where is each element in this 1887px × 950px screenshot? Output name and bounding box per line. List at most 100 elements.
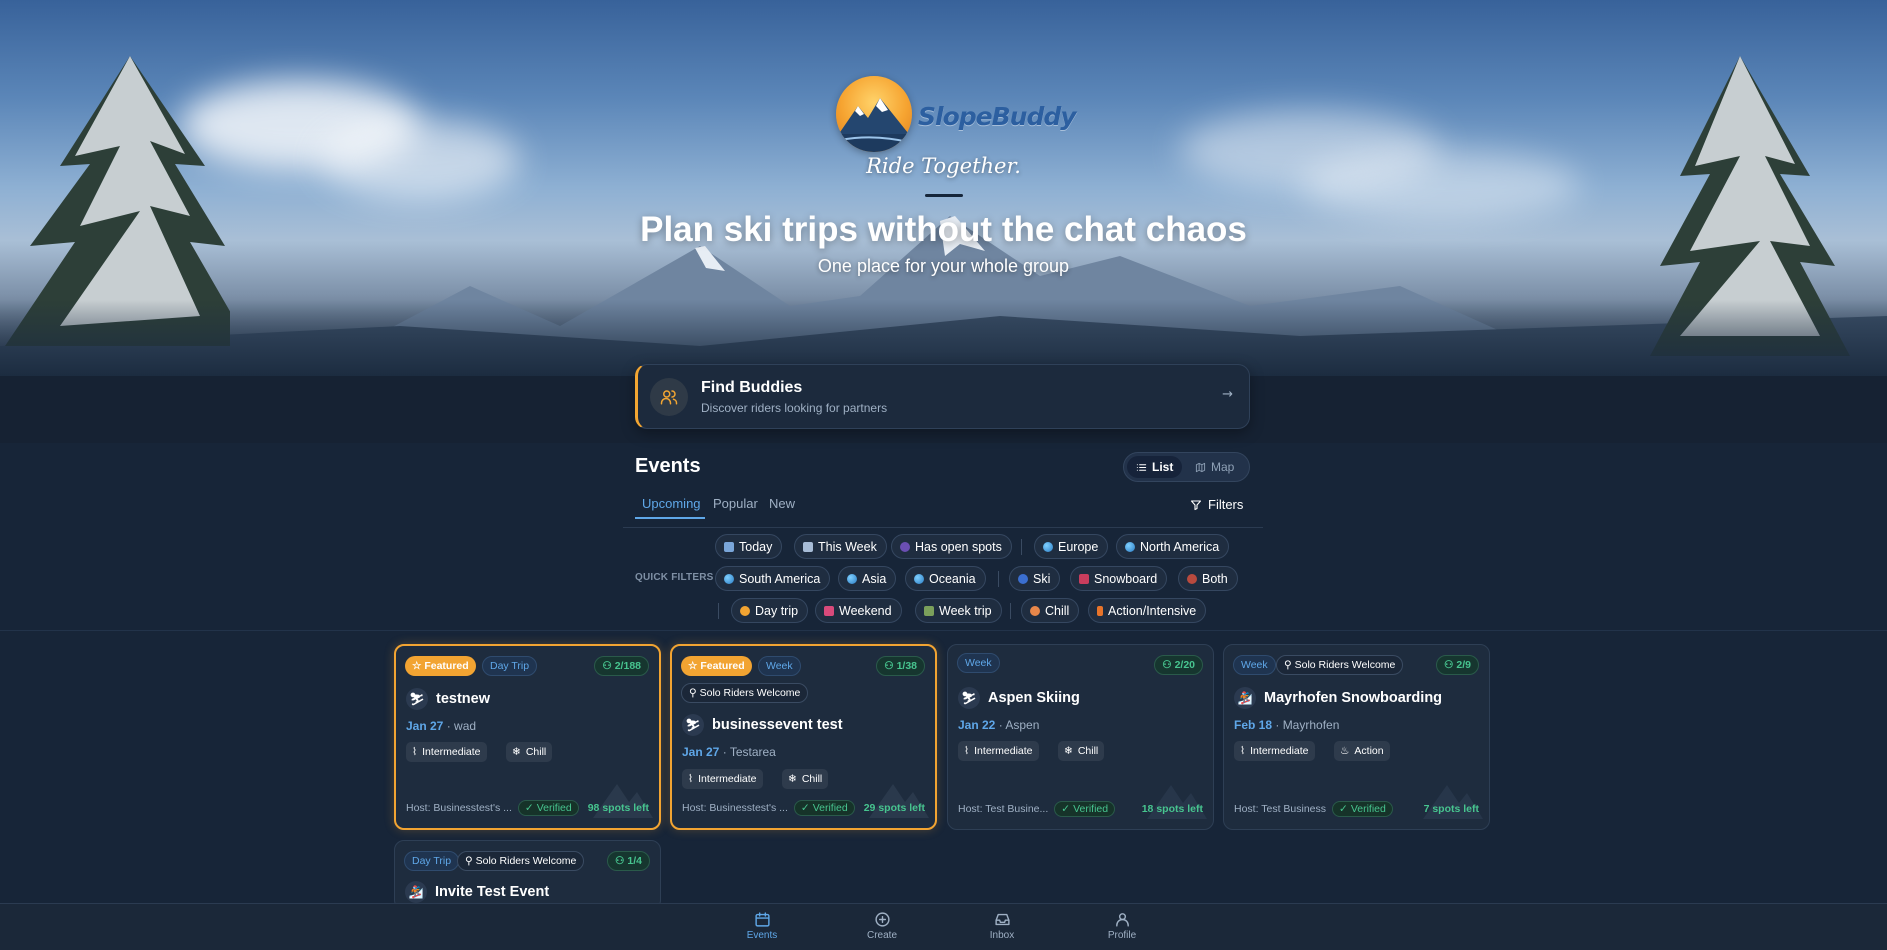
event-title: 🏂 Mayrhofen Snowboarding [1234, 687, 1442, 709]
brand-name: SlopeBuddy [918, 102, 1077, 131]
section-divider [0, 630, 1887, 631]
activity-icon: ⌇ [688, 773, 694, 785]
plus-circle-icon [874, 912, 890, 927]
event-card[interactable]: Week ⚲ Solo Riders Welcome ⚇ 2/9 🏂 Mayrho… [1223, 644, 1490, 830]
chip-asia[interactable]: Asia [838, 566, 897, 591]
event-footer: Host: Test Business ✓ Verified 7 spots le… [1234, 801, 1479, 817]
snowflake-icon: ❄ [1064, 745, 1073, 757]
host-name: Host: Test Busine... [958, 803, 1049, 815]
event-footer: Host: Test Busine... ✓ Verified 18 spots … [958, 801, 1203, 817]
spots-left: 7 spots left [1423, 803, 1479, 815]
skier-icon: ⛷ [406, 688, 428, 710]
chip-snowboard[interactable]: Snowboard [1070, 566, 1168, 591]
globe-icon [1125, 541, 1135, 552]
event-date-location: Jan 27 · Testarea [682, 745, 776, 759]
users-icon: ⚇ [1162, 659, 1175, 671]
event-title: ⛷ Aspen Skiing [958, 687, 1080, 709]
spots-left: 98 spots left [587, 802, 649, 814]
check-icon: ✓ [1061, 803, 1071, 815]
attendee-count-badge: ⚇ 1/4 [607, 851, 650, 871]
trip-type-badge: Day Trip [404, 851, 460, 871]
hero-subline: One place for your whole group [817, 256, 1070, 276]
chip-oceania[interactable]: Oceania [905, 566, 986, 591]
chip-today[interactable]: Today [715, 534, 783, 559]
level-pill: ⌇ Intermediate [406, 742, 487, 762]
event-card[interactable]: Week ⚇ 2/20 ⛷ Aspen Skiing Jan 22 · Aspen… [947, 644, 1214, 830]
mountain-icon [924, 605, 934, 616]
map-view-button[interactable]: Map [1186, 456, 1243, 478]
chip-ski[interactable]: Ski [1009, 566, 1061, 591]
event-title: ⛷ businessevent test [682, 714, 843, 736]
chip-week-trip[interactable]: Week trip [915, 598, 1002, 623]
trip-type-badge: Day Trip [482, 656, 538, 676]
list-view-label: List [1152, 460, 1174, 474]
hero-banner [0, 0, 1887, 376]
user-icon [1115, 913, 1129, 927]
tab-popular[interactable]: Popular [713, 496, 758, 511]
activity-icon: ⌇ [1240, 745, 1246, 757]
event-date-location: Jan 27 · wad [406, 719, 477, 733]
list-icon [1136, 463, 1147, 471]
chip-weekend[interactable]: Weekend [815, 598, 902, 623]
tab-upcoming[interactable]: Upcoming [642, 496, 701, 511]
event-card[interactable]: ☆ Featured Week ⚇ 1/38 ⚲ Solo Riders Wel… [670, 644, 937, 830]
chip-this-week[interactable]: This Week [794, 534, 887, 559]
nav-profile[interactable]: Profile [1092, 911, 1152, 941]
nav-create[interactable]: Create [852, 911, 912, 941]
tab-new[interactable]: New [769, 496, 795, 511]
filters-button[interactable]: Filters [1190, 497, 1243, 512]
chip-action-intensive[interactable]: Action/Intensive [1088, 598, 1207, 623]
chip-has-open-spots[interactable]: Has open spots [891, 534, 1012, 559]
featured-badge: ☆ Featured [405, 656, 476, 676]
events-heading: Events [635, 455, 701, 477]
find-buddies-card[interactable]: Find Buddies Discover riders looking for… [635, 364, 1250, 429]
chip-chill[interactable]: Chill [1021, 598, 1080, 623]
nav-inbox[interactable]: Inbox [972, 911, 1032, 941]
star-icon: ☆ [412, 660, 425, 672]
flame-icon: ♨ [1340, 745, 1350, 757]
users-icon [650, 378, 688, 416]
sun-icon [740, 605, 750, 616]
snowboarder-icon [1079, 573, 1089, 584]
users-icon: ⚇ [1444, 659, 1457, 671]
event-footer: Host: Businesstest's ... ✓ Verified 98 sp… [406, 800, 649, 816]
attendee-count-badge: ⚇ 2/20 [1154, 655, 1203, 675]
hero-headline: Plan ski trips without the chat chaos [640, 210, 1247, 249]
skier-icon: ⛷ [958, 687, 980, 709]
active-tab-indicator [635, 517, 705, 519]
person-icon: ⚲ [1284, 659, 1295, 671]
verified-badge: ✓ Verified [793, 800, 855, 816]
event-title: ⛷ testnew [406, 688, 490, 710]
event-footer: Host: Businesstest's ... ✓ Verified 29 sp… [682, 800, 925, 816]
filters-label: Filters [1208, 497, 1244, 512]
spots-left: 29 spots left [863, 802, 925, 814]
chip-south-america[interactable]: South America [715, 566, 831, 591]
chip-europe[interactable]: Europe [1034, 534, 1109, 559]
chip-north-america[interactable]: North America [1116, 534, 1230, 559]
users-icon: ⚇ [615, 855, 628, 867]
event-card[interactable]: ☆ Featured Day Trip ⚇ 2/188 ⛷ testnew Jan… [394, 644, 661, 830]
chip-both[interactable]: Both [1178, 566, 1238, 591]
map-icon [1195, 462, 1206, 472]
solo-riders-badge: ⚲ Solo Riders Welcome [1276, 655, 1404, 675]
users-icon: ⚇ [884, 660, 897, 672]
chill-face-icon [1030, 605, 1040, 616]
nav-events[interactable]: Events [732, 911, 792, 941]
host-name: Host: Test Business [1234, 803, 1327, 815]
star-icon: ☆ [688, 660, 701, 672]
person-icon: ⚲ [465, 855, 476, 867]
list-view-button[interactable]: List [1127, 456, 1183, 478]
chip-day-trip[interactable]: Day trip [731, 598, 809, 623]
both-sports-icon [1187, 573, 1197, 584]
level-pill: ⌇ Intermediate [1234, 741, 1315, 761]
users-icon: ⚇ [602, 660, 615, 672]
level-pill: ⌇ Intermediate [682, 769, 763, 789]
trip-type-badge: Week [957, 653, 1000, 673]
arrow-right-icon: → [1222, 387, 1233, 402]
verified-badge: ✓ Verified [517, 800, 579, 816]
event-card[interactable]: Day Trip ⚲ Solo Riders Welcome ⚇ 1/4 🏂 In… [394, 840, 661, 910]
attendee-count-badge: ⚇ 1/38 [876, 656, 925, 676]
snowflake-icon: ❄ [512, 746, 521, 758]
trip-type-badge: Week [1233, 655, 1276, 675]
filter-icon [1190, 499, 1202, 510]
